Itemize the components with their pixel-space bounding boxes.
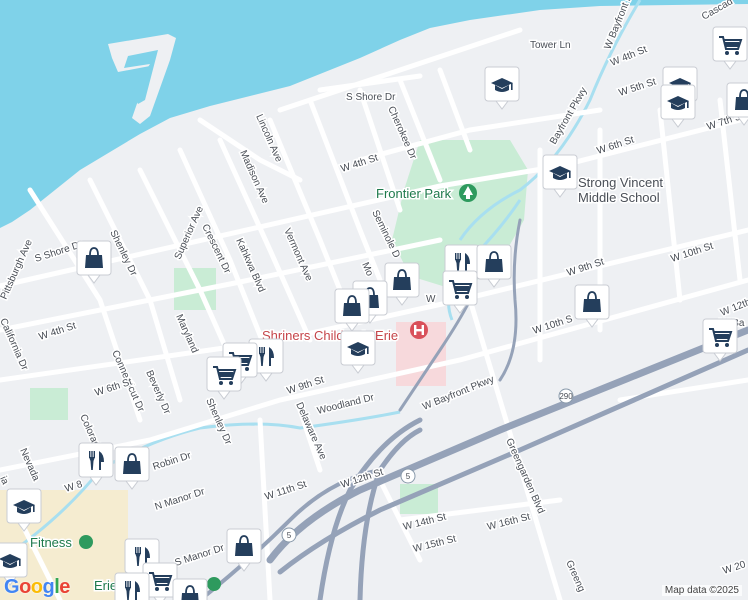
- svg-text:5: 5: [406, 472, 411, 481]
- park-icon: [79, 535, 93, 549]
- map-canvas[interactable]: 290 5 5 W Bayfront Pkwy Bayfront Pkwy To…: [0, 0, 748, 600]
- park-icon: [459, 184, 477, 202]
- fitness-label: Fitness: [30, 535, 72, 550]
- strong-vincent-label-1: Strong Vincent: [578, 175, 663, 190]
- google-logo: Google: [4, 576, 70, 598]
- erie-label: Erie: [94, 578, 117, 593]
- shopping-bag-marker[interactable]: [172, 578, 208, 600]
- svg-text:5: 5: [287, 531, 292, 540]
- restaurant-marker[interactable]: [114, 572, 150, 600]
- street-label: W: [426, 294, 436, 305]
- map-attribution: Map data ©2025: [661, 585, 742, 596]
- street-label: S Shore Dr: [346, 92, 396, 103]
- svg-text:290: 290: [559, 392, 573, 401]
- hospital-icon[interactable]: [410, 321, 428, 339]
- street-label: Tower Ln: [530, 40, 571, 51]
- park-icon: [207, 577, 221, 591]
- park-area-sw: [30, 388, 68, 420]
- frontier-park-label: Frontier Park: [376, 186, 452, 201]
- strong-vincent-label-2: Middle School: [578, 190, 660, 205]
